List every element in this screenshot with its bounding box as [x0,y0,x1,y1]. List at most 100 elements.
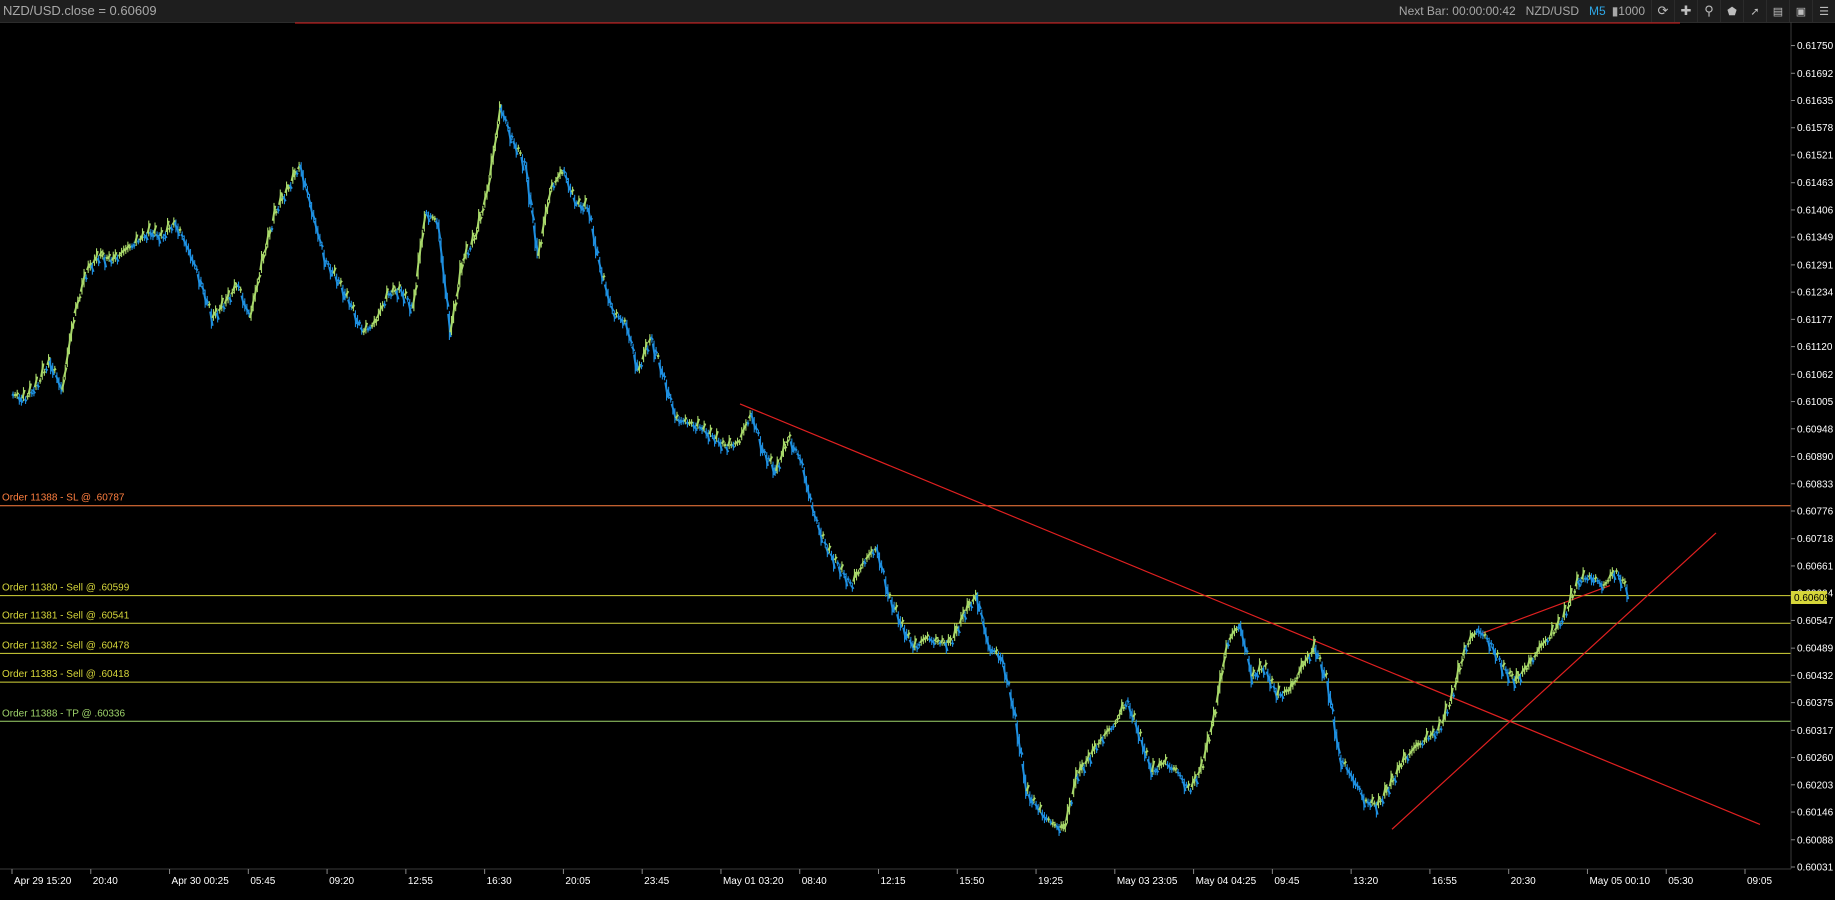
price-bar-body [15,392,20,397]
price-bar-body [823,541,828,546]
price-bar-body [255,281,260,290]
price-bar-body [777,464,782,470]
price-bar-body [1050,821,1055,826]
price-bar-body [263,246,268,253]
price-bar-body [1510,673,1515,678]
price-bar-body [1232,627,1237,634]
price-bar-body [436,222,442,239]
price-bar-body [787,433,792,439]
price-axis[interactable]: 0.61750 0.61692 0.61635 0.61578 0.61521 0.614… [1791,41,1834,874]
price-bar-body [553,179,558,184]
trendline[interactable] [739,403,1761,826]
symbol-label[interactable]: NZD/USD [1526,4,1579,18]
price-bar-body [1553,626,1558,631]
x-tick-label: 16:30 [487,876,512,887]
save-icon[interactable]: ▣ [1789,0,1812,22]
price-bar-body [526,180,531,205]
price-bar-body [610,305,615,312]
price-bar-body [1579,579,1583,584]
price-bar-body [138,237,143,241]
price-bar-body [1489,642,1494,646]
price-bar-body [359,327,364,333]
price-bar-body [320,243,324,248]
price-bar-body [1111,725,1115,729]
y-tick-label: 0.61692 [1797,69,1834,80]
price-bar-body [1447,703,1452,708]
price-chart[interactable]: Order 11388 - SL @ .60787 Order 11380 - S… [0,22,1835,900]
bar-count[interactable]: ▮1000 [1612,4,1645,18]
x-tick-label: Apr 30 00:25 [172,876,230,887]
price-bar-body [1004,674,1010,686]
shape-icon[interactable]: ⬟ [1720,0,1743,22]
price-bar-body [1376,795,1381,806]
price-bar-body [850,584,855,590]
price-bar-body [936,639,940,643]
time-axis[interactable]: Apr 29 15:20 20:40 Apr 30 00:25 05:45 09:20 1… [11,869,1772,887]
price-bar-body [355,317,360,326]
price-bar-body [1566,604,1571,610]
price-bar-body [395,290,400,300]
price-bar-body [885,586,891,599]
trendline[interactable] [1481,584,1611,634]
price-bar-body [1449,687,1454,702]
lock-icon[interactable]: ▤ [1766,0,1789,22]
price-bar-body [1334,731,1339,748]
price-bar-body [843,575,849,587]
price-bar-body [1622,580,1627,585]
line-tool-icon[interactable]: ➚ [1743,0,1766,22]
price-bar-body [1501,662,1506,668]
price-bar-body [1485,637,1489,641]
price-bar-body [1163,756,1168,763]
price-bar-body [1571,595,1575,599]
price-bar-body [768,455,774,462]
price-bar-body [731,443,736,449]
x-tick-label: 19:25 [1038,876,1063,887]
price-bar-body [1267,676,1273,689]
crosshair-icon[interactable]: ✚ [1674,0,1697,22]
price-bar-body [163,233,168,239]
price-bar-body [152,225,158,234]
price-bar-body [969,604,974,609]
price-bar-body [286,186,291,190]
price-bar-body [1075,776,1080,782]
y-tick-label: 0.61120 [1797,342,1833,353]
price-bar-body [1336,744,1341,754]
price-bar-body [470,232,475,245]
price-bar-body [345,290,350,297]
price-bar-body [530,210,536,221]
menu-icon[interactable]: ☰ [1812,0,1835,22]
price-bar-body [1549,624,1554,636]
price-bar-body [1117,711,1122,717]
price-bar-body [1088,757,1093,765]
price-bar-body [23,398,28,402]
y-tick-label: 0.61578 [1797,123,1834,134]
price-bar-body [1422,739,1427,743]
refresh-icon[interactable]: ⟳ [1651,0,1674,22]
trendline[interactable] [1391,532,1717,830]
order-line-label: Order 11383 - Sell @ .60418 [2,669,130,680]
price-bar-body [1388,773,1394,787]
price-bar-body [362,330,366,334]
price-bar-body [938,641,942,645]
price-bar-body [190,257,195,265]
price-bar-body [40,363,45,378]
price-bar-body [1032,797,1036,802]
price-bar-body [875,547,880,556]
price-bar-body [829,553,834,558]
price-bar-body [858,566,863,571]
price-bar-body [906,632,911,637]
price-bar-body [60,379,66,390]
y-tick-label: 0.61234 [1797,288,1834,299]
price-bar-body [643,341,648,354]
price-bar-body [1545,639,1550,643]
price-bar-body [1305,653,1310,661]
y-tick-label: 0.60833 [1797,479,1834,490]
zoom-icon[interactable]: ⚲ [1697,0,1720,22]
price-bar-body [779,453,784,461]
price-bar-body [265,230,270,245]
price-bar-body [1122,706,1126,710]
y-tick-label: 0.61062 [1797,370,1834,381]
timeframe-selector[interactable]: M5 [1589,4,1606,18]
price-bar-body [21,389,26,399]
price-bar-body [1499,662,1504,677]
